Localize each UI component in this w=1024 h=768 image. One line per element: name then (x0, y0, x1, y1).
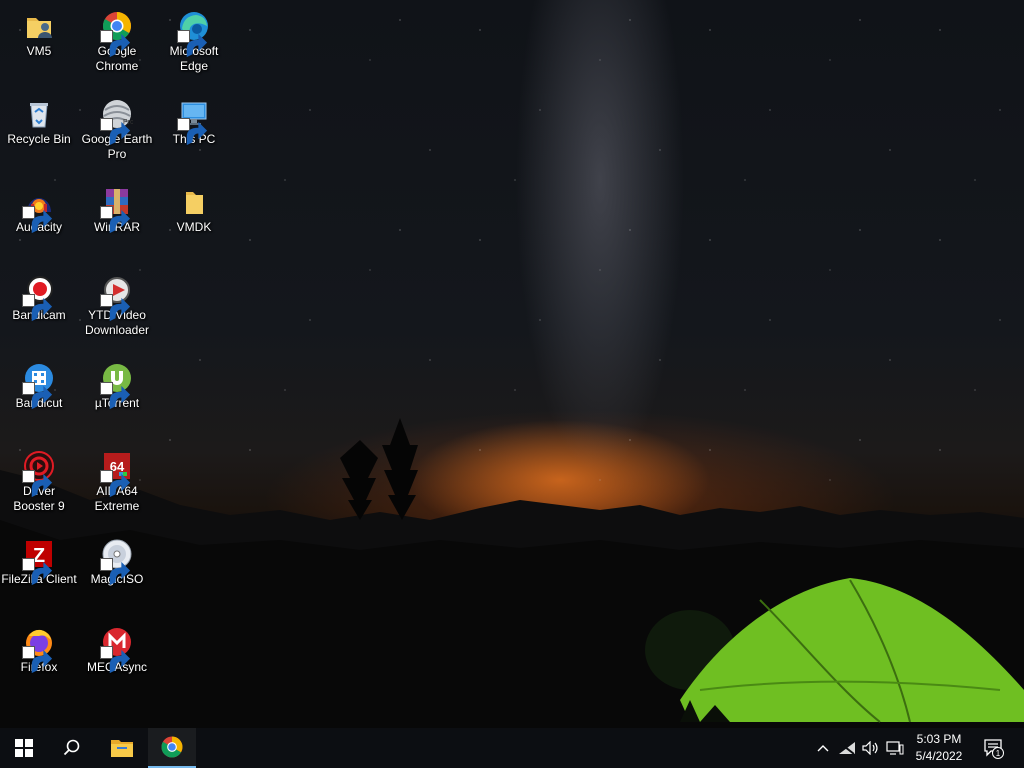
desktop-icon-bandicam[interactable]: Bandicam (1, 268, 77, 323)
chrome-icon (161, 736, 183, 758)
desktop-icon-aida64[interactable]: 64 AIDA64 Extreme (79, 444, 155, 514)
search-icon (63, 739, 80, 756)
network-button[interactable] (836, 728, 858, 768)
recycle-bin-icon (23, 98, 55, 130)
shortcut-arrow-icon (22, 382, 53, 410)
shortcut-arrow-icon (22, 558, 53, 586)
desktop-icon-megasync[interactable]: MEGAsync (79, 620, 155, 675)
shortcut-arrow-icon (100, 646, 131, 674)
aida64-icon: 64 (100, 450, 133, 498)
start-button[interactable] (0, 728, 48, 768)
folder-icon (178, 186, 210, 218)
shortcut-arrow-icon (22, 294, 53, 322)
shortcut-arrow-icon (22, 646, 53, 674)
shortcut-arrow-icon (100, 206, 131, 234)
desktop-icon-vmdk[interactable]: VMDK (156, 180, 232, 235)
ytd-icon (100, 274, 133, 322)
clock[interactable]: 5:03 PM 5/4/2022 (906, 731, 972, 765)
desktop-pc-icon (886, 741, 904, 755)
megasync-icon (100, 626, 133, 674)
notification-count: 1 (996, 749, 1001, 758)
shortcut-arrow-icon (22, 206, 53, 234)
volume-button[interactable] (860, 728, 882, 768)
audacity-icon (22, 186, 55, 234)
filezilla-icon: Z (22, 538, 55, 586)
desktop-icon-bandicut[interactable]: Bandicut (1, 356, 77, 411)
desktop-icon-utorrent[interactable]: µTorrent (79, 356, 155, 411)
shortcut-arrow-icon (100, 558, 131, 586)
notification-icon: 1 (984, 739, 1004, 759)
taskbar-file-explorer[interactable] (98, 728, 146, 768)
user-folder-icon (23, 10, 55, 42)
desktop-icon-microsoft-edge[interactable]: Microsoft Edge (156, 4, 232, 74)
utorrent-icon (100, 362, 133, 410)
file-explorer-icon (111, 740, 133, 757)
shortcut-arrow-icon (177, 30, 208, 58)
clock-date: 5/4/2022 (915, 749, 963, 763)
driver-booster-icon (22, 450, 55, 498)
desktop-icon-winrar[interactable]: WinRAR (79, 180, 155, 235)
desktop-icon-google-chrome[interactable]: Google Chrome (79, 4, 155, 74)
shortcut-arrow-icon (100, 294, 131, 322)
chrome-icon (100, 10, 133, 58)
search-button[interactable] (48, 728, 96, 768)
desktop-icon-label: Recycle Bin (7, 132, 71, 146)
desktop-icon-filezilla[interactable]: Z FileZilla Client (1, 532, 77, 587)
bandicut-icon (22, 362, 55, 410)
desktop-icon-google-earth-pro[interactable]: Pro Google Earth Pro (79, 92, 155, 162)
clock-time: 5:03 PM (916, 732, 962, 746)
shortcut-arrow-icon (100, 30, 131, 58)
desktop-icon-recycle-bin[interactable]: Recycle Bin (1, 92, 77, 147)
network-disconnected-icon (839, 742, 855, 755)
volume-icon (862, 741, 878, 755)
desktop-icon-ytd-video-downloader[interactable]: YTD Video Downloader (79, 268, 155, 338)
desktop-icon-audacity[interactable]: Audacity (1, 180, 77, 235)
windows-start-icon (15, 739, 33, 757)
shortcut-arrow-icon (22, 470, 53, 498)
chevron-up-icon (817, 745, 829, 752)
shortcut-arrow-icon (100, 118, 131, 146)
desktop-icon-label: VM5 (26, 44, 52, 58)
this-pc-icon (177, 98, 210, 146)
shortcut-arrow-icon (100, 470, 131, 498)
desktop-icon-magiciso[interactable]: MagicISO (79, 532, 155, 587)
google-earth-icon: Pro (100, 98, 133, 146)
desktop-icon-driver-booster[interactable]: Driver Booster 9 (1, 444, 77, 514)
desktop-icon-firefox[interactable]: Firefox (1, 620, 77, 675)
firefox-icon (22, 626, 55, 674)
desktop-icon-vm5[interactable]: VM5 (1, 4, 77, 59)
edge-icon (177, 10, 210, 58)
desktop-pc-tray-button[interactable] (884, 728, 906, 768)
taskbar-google-chrome[interactable] (148, 728, 196, 768)
bandicam-icon (22, 274, 55, 322)
show-hidden-icons-button[interactable] (812, 728, 834, 768)
desktop-icon-label: VMDK (176, 220, 212, 234)
action-center-button[interactable]: 1 (980, 728, 1008, 768)
taskbar: 5:03 PM 5/4/2022 1 (0, 728, 1024, 768)
magiciso-icon (100, 538, 133, 586)
shortcut-arrow-icon (177, 118, 208, 146)
shortcut-arrow-icon (100, 382, 131, 410)
winrar-icon (100, 186, 133, 234)
desktop-icon-this-pc[interactable]: This PC (156, 92, 232, 147)
